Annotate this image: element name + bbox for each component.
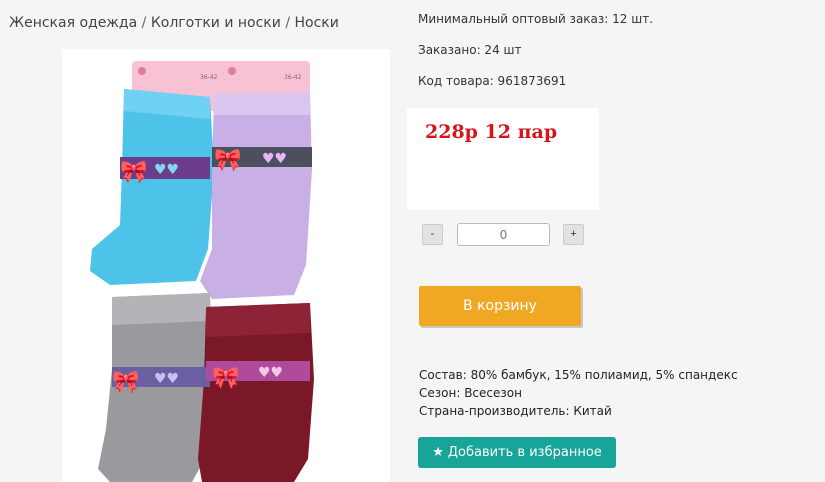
breadcrumb-womens-clothing[interactable]: Женская одежда — [9, 15, 137, 31]
breadcrumb-separator: / — [285, 15, 291, 31]
quantity-decrease-button[interactable]: - — [422, 224, 443, 245]
season-text: Сезон: Всесезон — [419, 386, 522, 400]
price-box: 228р 12 пар — [407, 108, 599, 210]
breadcrumb-socks[interactable]: Носки — [295, 15, 339, 31]
min-order-text: Минимальный оптовый заказ: 12 шт. — [418, 12, 654, 26]
breadcrumb-tights-socks[interactable]: Колготки и носки — [151, 15, 281, 31]
bow-icon: 🎀 — [120, 160, 147, 185]
breadcrumb-separator: / — [141, 15, 147, 31]
lavender-sock — [200, 93, 312, 299]
bow-icon: 🎀 — [214, 148, 241, 173]
heart-icon: ♥♥ — [262, 151, 287, 167]
blue-sock — [90, 89, 214, 285]
product-code-text: Код товара: 961873691 — [418, 74, 567, 88]
sock-cuff — [214, 93, 310, 115]
add-to-cart-button[interactable]: В корзину — [419, 286, 581, 326]
price-text: 228р 12 пар — [425, 121, 558, 143]
quantity-input[interactable] — [457, 223, 550, 246]
quantity-increase-button[interactable]: + — [563, 224, 584, 245]
tag-size-text: 36-42 — [284, 74, 302, 81]
bow-icon: 🎀 — [212, 366, 239, 391]
bow-icon: 🎀 — [112, 370, 139, 395]
star-icon: ★ — [432, 445, 444, 460]
country-text: Страна-производитель: Китай — [419, 404, 612, 418]
ordered-count-text: Заказано: 24 шт — [418, 43, 522, 57]
add-to-favorites-label: Добавить в избранное — [447, 445, 602, 460]
composition-text: Состав: 80% бамбук, 15% полиамид, 5% спа… — [419, 368, 738, 382]
socks-product-photo: 36-42 36-42 ♥♥ ♥♥ 🎀 🎀 ♥♥ ♥♥ 🎀 🎀 — [90, 61, 314, 482]
add-to-favorites-button[interactable]: ★ Добавить в избранное — [418, 437, 616, 468]
sock-cuff — [206, 303, 310, 337]
sock-cuff — [112, 293, 210, 325]
product-image[interactable]: 36-42 36-42 ♥♥ ♥♥ 🎀 🎀 ♥♥ ♥♥ 🎀 🎀 — [62, 49, 390, 482]
tag-size-text: 36-42 — [200, 74, 218, 81]
breadcrumb: Женская одежда / Колготки и носки / Носк… — [9, 15, 339, 31]
tag-logo-icon — [138, 67, 146, 75]
heart-icon: ♥♥ — [154, 162, 179, 178]
tag-logo-icon — [228, 67, 236, 75]
heart-icon: ♥♥ — [154, 371, 179, 387]
heart-icon: ♥♥ — [258, 365, 283, 381]
